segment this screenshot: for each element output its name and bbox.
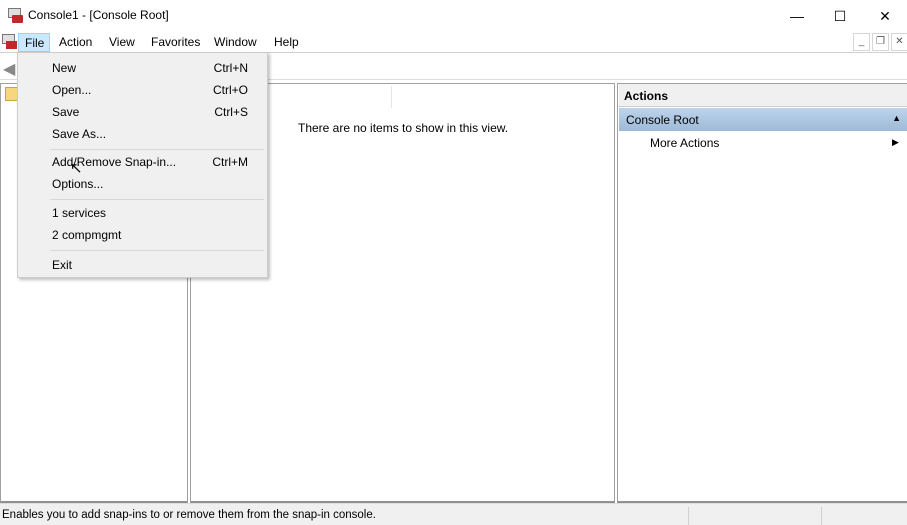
- menu-item-recent-services[interactable]: 1 services: [18, 202, 267, 224]
- mdi-minimize-button[interactable]: _: [853, 33, 870, 51]
- more-actions-item[interactable]: More Actions: [650, 136, 719, 150]
- section-label: Console Root: [626, 113, 699, 127]
- menu-separator: [50, 199, 264, 200]
- menu-item-new[interactable]: New Ctrl+N: [18, 57, 267, 79]
- actions-section-console-root[interactable]: Console Root ▲: [619, 108, 907, 131]
- status-text: Enables you to add snap-ins to or remove…: [2, 509, 376, 521]
- mdi-close-button[interactable]: ✕: [891, 33, 907, 51]
- menu-separator: [50, 250, 264, 251]
- title-bar: Console1 - [Console Root] — ☐ ✕: [0, 0, 907, 32]
- submenu-arrow-icon: ▶: [892, 137, 899, 147]
- mmc-app-icon[interactable]: [8, 8, 23, 23]
- menu-item-add-remove-snap-in[interactable]: Add/Remove Snap-in... Ctrl+M: [18, 151, 267, 173]
- menu-item-save-as[interactable]: Save As...: [18, 123, 267, 145]
- actions-header: Actions: [619, 84, 907, 107]
- maximize-button[interactable]: ☐: [817, 0, 863, 32]
- menu-help[interactable]: Help: [268, 33, 305, 52]
- empty-view-message: There are no items to show in this view.: [298, 121, 509, 135]
- menu-bar: File Action View Favorites Window Help: [0, 32, 907, 53]
- file-menu-dropdown: New Ctrl+N Open... Ctrl+O Save Ctrl+S Save …: [17, 52, 268, 278]
- menu-file[interactable]: File: [18, 33, 50, 52]
- close-button[interactable]: ✕: [862, 0, 907, 32]
- menu-view[interactable]: View: [103, 33, 141, 52]
- window-title: Console1 - [Console Root]: [28, 8, 169, 22]
- mdi-restore-button[interactable]: ❐: [872, 33, 889, 51]
- minimize-button[interactable]: —: [774, 0, 820, 32]
- mouse-cursor-icon: ↖: [70, 160, 83, 177]
- menu-action[interactable]: Action: [53, 33, 98, 52]
- menu-item-recent-compmgmt[interactable]: 2 compmgmt: [18, 224, 267, 246]
- status-divider: [821, 507, 822, 525]
- menu-window[interactable]: Window: [208, 33, 263, 52]
- status-bar: Enables you to add snap-ins to or remove…: [0, 503, 907, 525]
- menu-item-exit[interactable]: Exit: [18, 254, 267, 276]
- column-divider[interactable]: [391, 86, 392, 108]
- status-divider: [688, 507, 689, 525]
- back-arrow-icon[interactable]: ◀: [3, 59, 15, 79]
- menu-separator: [50, 149, 264, 150]
- document-icon[interactable]: [2, 34, 17, 49]
- menu-item-open[interactable]: Open... Ctrl+O: [18, 79, 267, 101]
- menu-favorites[interactable]: Favorites: [145, 33, 206, 52]
- menu-item-save[interactable]: Save Ctrl+S: [18, 101, 267, 123]
- menu-item-options[interactable]: Options...: [18, 173, 267, 195]
- collapse-up-icon[interactable]: ▲: [892, 113, 901, 123]
